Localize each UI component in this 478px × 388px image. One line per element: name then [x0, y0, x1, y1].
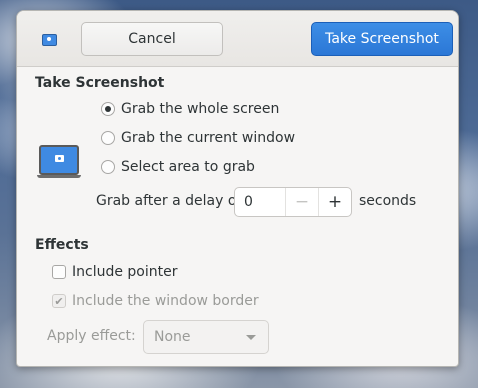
apply-effect-value: None [154, 329, 191, 345]
delay-decrement-button[interactable]: − [285, 188, 318, 216]
screenshot-dialog: Cancel Take Screenshot Take Screenshot G… [16, 10, 459, 367]
apply-effect-dropdown: None [143, 320, 269, 354]
delay-spinbutton[interactable]: 0 − + [234, 187, 352, 217]
screen-camera-icon [37, 145, 81, 178]
effects-heading: Effects [35, 237, 89, 253]
radio-button-icon[interactable] [101, 102, 115, 116]
checkbox-icon[interactable] [52, 265, 66, 279]
radio-button-icon[interactable] [101, 160, 115, 174]
apply-effect-label: Apply effect: [47, 328, 136, 344]
delay-label: Grab after a delay of [96, 193, 242, 209]
include-window-border-label: Include the window border [72, 293, 259, 309]
checkmark-icon: ✔ [52, 294, 66, 308]
radio-whole-screen[interactable]: Grab the whole screen [101, 101, 279, 117]
take-screenshot-button[interactable]: Take Screenshot [311, 22, 453, 56]
radio-button-icon[interactable] [101, 131, 115, 145]
camera-app-icon [42, 34, 57, 46]
include-pointer-checkbox[interactable]: Include pointer [52, 264, 178, 280]
include-window-border-checkbox: ✔ Include the window border [52, 293, 259, 309]
radio-select-area[interactable]: Select area to grab [101, 159, 255, 175]
chevron-down-icon [246, 335, 256, 340]
header-bar: Cancel Take Screenshot [17, 11, 458, 67]
delay-value[interactable]: 0 [235, 188, 285, 216]
radio-current-window-label: Grab the current window [121, 130, 296, 146]
delay-increment-button[interactable]: + [318, 188, 351, 216]
radio-whole-screen-label: Grab the whole screen [121, 101, 280, 117]
camera-icon [55, 155, 64, 162]
delay-unit-label: seconds [359, 193, 417, 209]
radio-current-window[interactable]: Grab the current window [101, 130, 295, 146]
take-screenshot-heading: Take Screenshot [35, 75, 165, 91]
radio-select-area-label: Select area to grab [121, 159, 255, 175]
include-pointer-label: Include pointer [72, 264, 178, 280]
cancel-button[interactable]: Cancel [81, 22, 223, 56]
